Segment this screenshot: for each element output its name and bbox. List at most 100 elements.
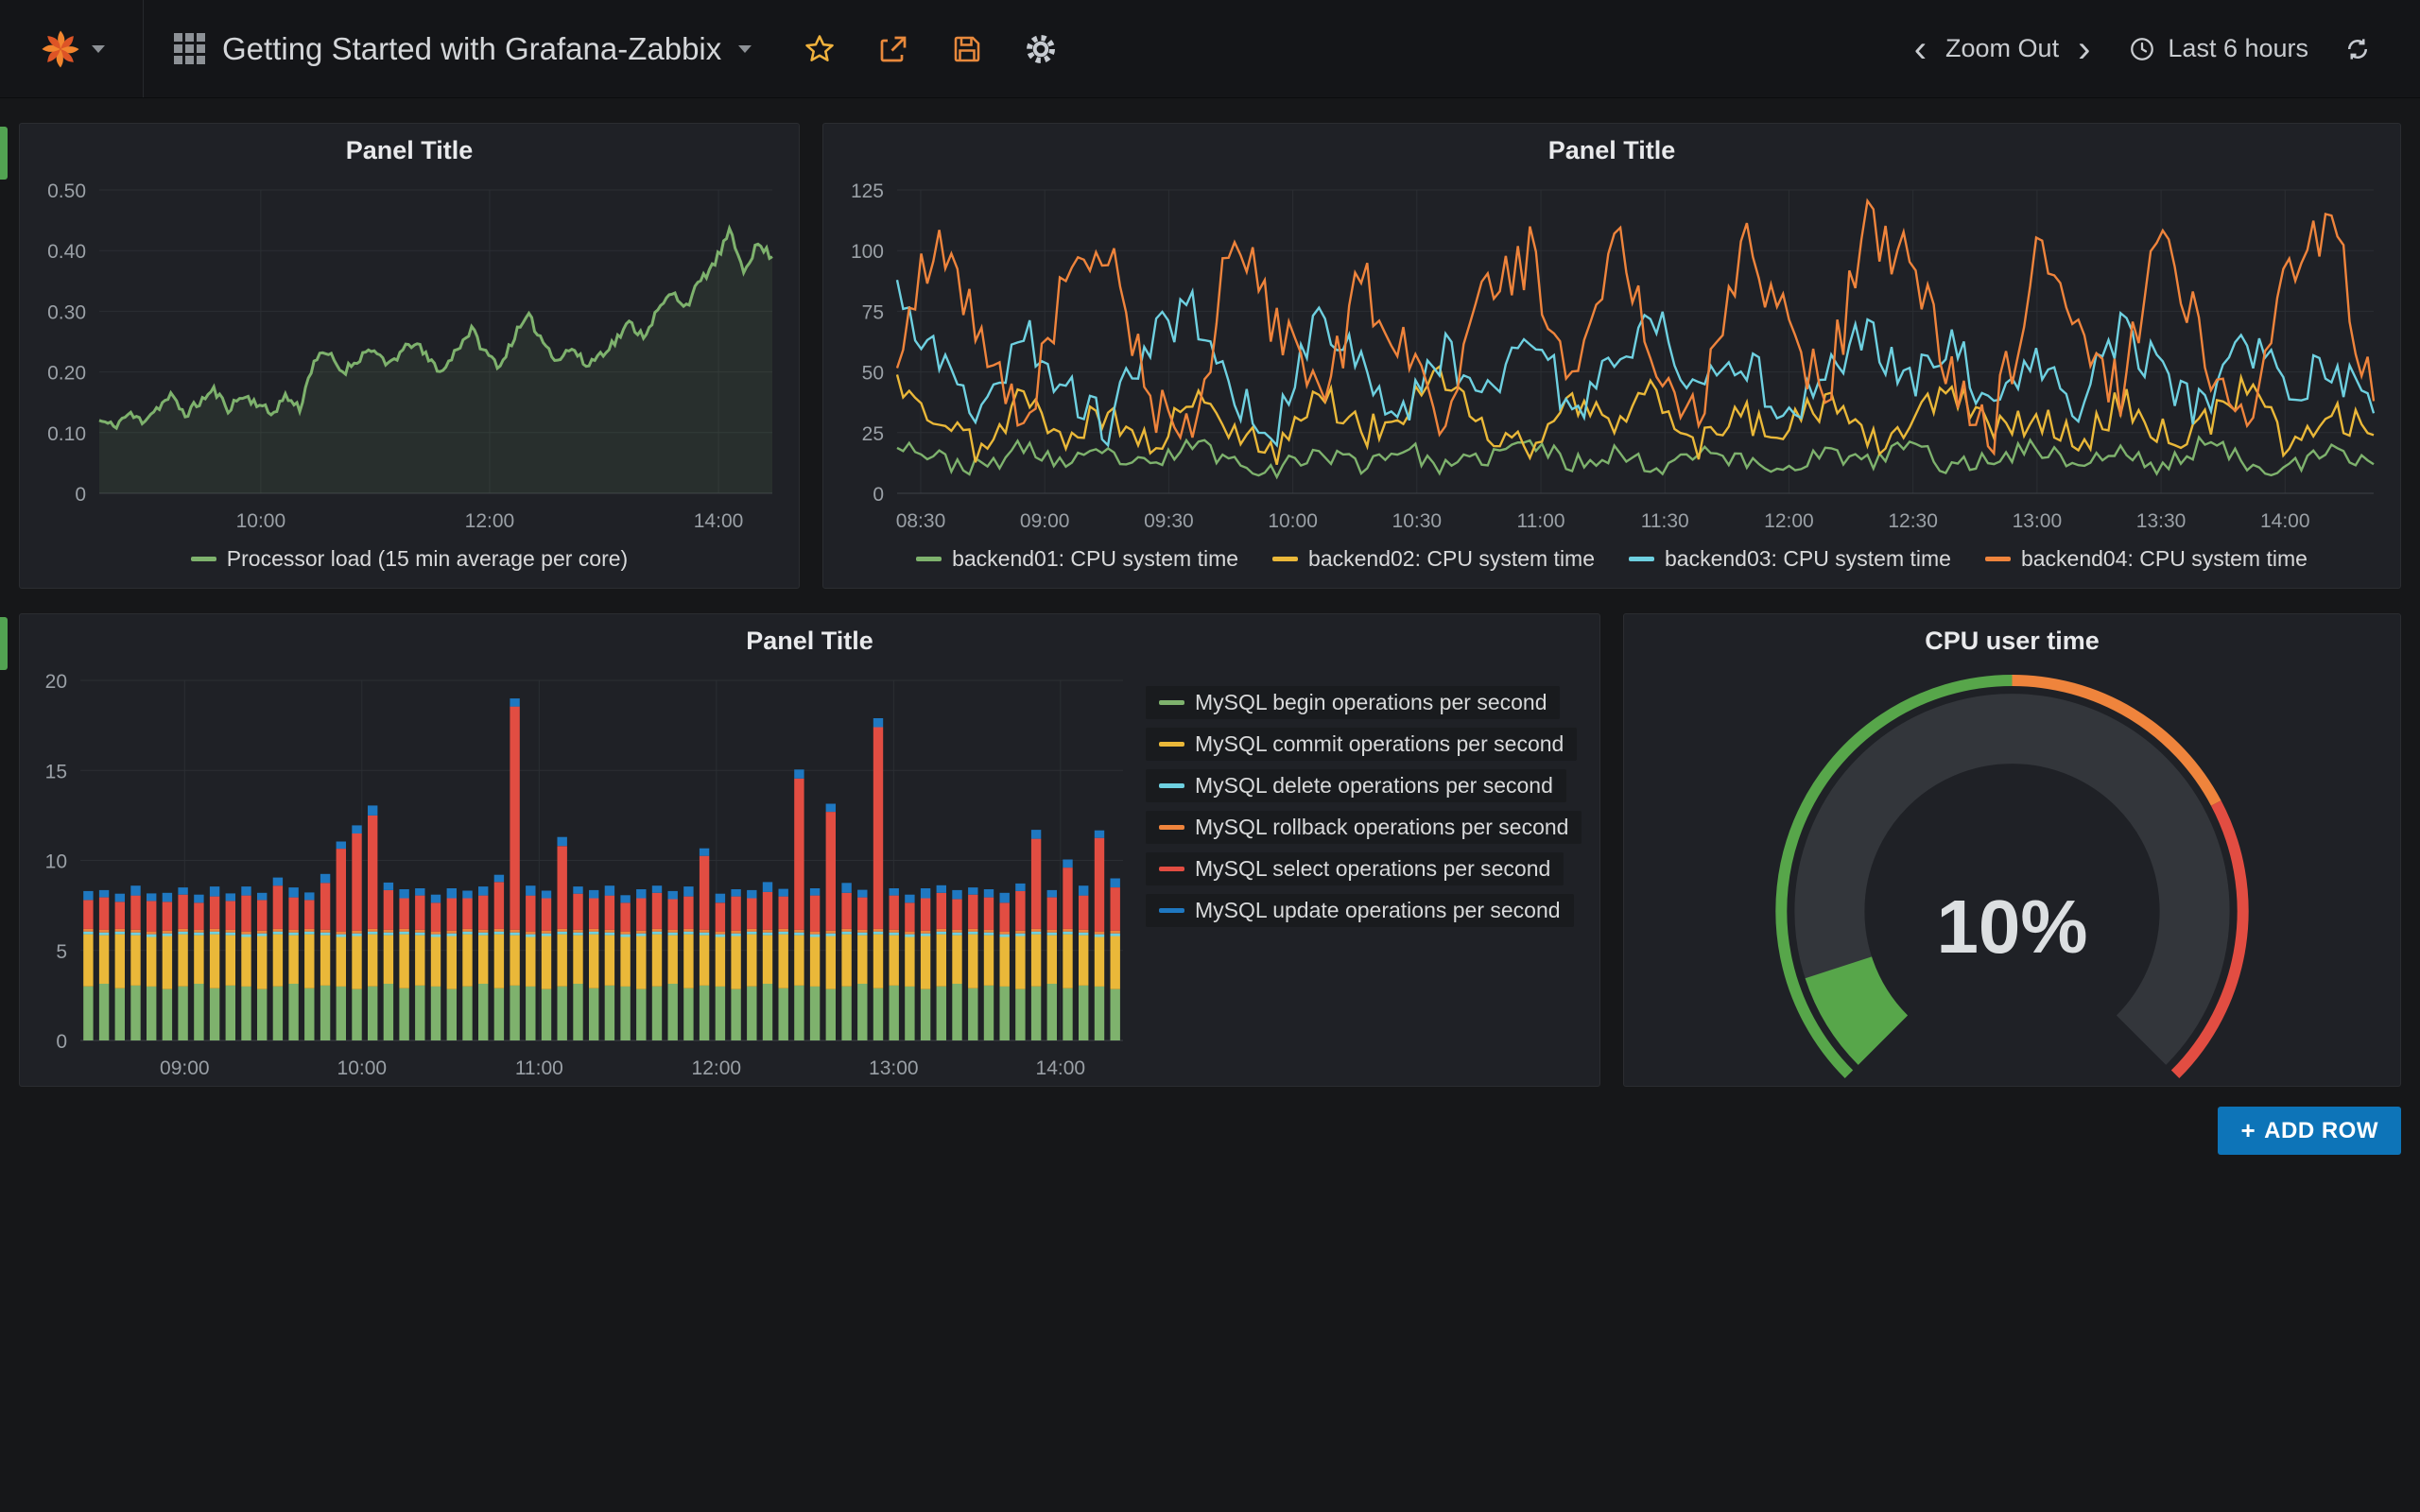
- svg-text:11:00: 11:00: [515, 1057, 563, 1079]
- time-shift-forward-button[interactable]: ›: [2068, 30, 2100, 68]
- row-collapse-handle[interactable]: [0, 127, 8, 180]
- svg-text:0: 0: [56, 1031, 67, 1053]
- svg-text:12:30: 12:30: [1888, 510, 1938, 532]
- clock-icon: [2128, 35, 2156, 63]
- star-icon: [803, 32, 837, 66]
- dashboard-grid-icon: [174, 33, 205, 64]
- panel-body: 09:0010:0011:0012:0013:0014:0005101520 M…: [20, 667, 1599, 1086]
- dashboard-actions: [789, 0, 1071, 97]
- legend-label: MySQL select operations per second: [1195, 856, 1550, 882]
- time-range-picker[interactable]: Last 6 hours: [2128, 34, 2308, 63]
- svg-text:11:30: 11:30: [1641, 510, 1689, 532]
- legend-label: MySQL commit operations per second: [1195, 731, 1564, 757]
- panel-title[interactable]: CPU user time: [1624, 614, 2400, 667]
- svg-text:0.40: 0.40: [47, 241, 86, 263]
- svg-text:09:00: 09:00: [160, 1057, 210, 1079]
- legend-item[interactable]: backend02: CPU system time: [1272, 546, 1595, 572]
- logo-caret-icon: [92, 45, 105, 53]
- legend-item[interactable]: MySQL commit operations per second: [1146, 728, 1577, 761]
- save-button[interactable]: [937, 19, 997, 79]
- legend-color-dash: [1272, 557, 1298, 561]
- panel-processor-load: Panel Title 10:0012:0014:0000.100.200.30…: [19, 123, 800, 589]
- settings-button[interactable]: [1011, 19, 1071, 79]
- legend-color-dash: [191, 557, 216, 561]
- svg-text:10:00: 10:00: [337, 1057, 388, 1079]
- svg-text:0.30: 0.30: [47, 301, 86, 323]
- plus-icon: +: [2240, 1116, 2256, 1145]
- refresh-button[interactable]: [2327, 19, 2388, 79]
- processor-load-chart[interactable]: 10:0012:0014:0000.100.200.300.400.50: [20, 177, 799, 539]
- svg-text:0.10: 0.10: [47, 423, 86, 445]
- cpu-system-time-chart[interactable]: 08:3009:0009:3010:0010:3011:0011:3012:00…: [823, 177, 2400, 539]
- zoom-out-button[interactable]: Zoom Out: [1942, 34, 2063, 63]
- svg-text:12:00: 12:00: [692, 1057, 742, 1079]
- svg-text:10:00: 10:00: [1268, 510, 1318, 532]
- legend-color-dash: [1985, 557, 2011, 561]
- panel-title[interactable]: Panel Title: [20, 614, 1599, 667]
- row-collapse-handle[interactable]: [0, 617, 8, 670]
- svg-text:10: 10: [45, 851, 67, 873]
- share-button[interactable]: [863, 19, 924, 79]
- legend-label: MySQL update operations per second: [1195, 898, 1561, 923]
- svg-text:25: 25: [862, 423, 884, 445]
- panel-title[interactable]: Panel Title: [823, 124, 2400, 177]
- legend-label: backend03: CPU system time: [1665, 546, 1951, 572]
- star-button[interactable]: [789, 19, 850, 79]
- svg-text:13:00: 13:00: [869, 1057, 919, 1079]
- legend-item[interactable]: MySQL delete operations per second: [1146, 769, 1566, 802]
- gear-icon: [1024, 32, 1058, 66]
- legend-label: backend01: CPU system time: [952, 546, 1238, 572]
- legend-item[interactable]: MySQL rollback operations per second: [1146, 811, 1582, 844]
- legend-label: MySQL begin operations per second: [1195, 690, 1547, 715]
- chevron-right-icon: ›: [2078, 28, 2090, 70]
- gauge-value: 10%: [1936, 885, 2087, 969]
- legend-item[interactable]: MySQL update operations per second: [1146, 894, 1574, 927]
- svg-text:11:00: 11:00: [1517, 510, 1565, 532]
- mysql-operations-chart[interactable]: 09:0010:0011:0012:0013:0014:0005101520: [20, 667, 1146, 1086]
- share-icon: [876, 32, 910, 66]
- time-range-label: Last 6 hours: [2168, 34, 2308, 63]
- dashboard-title: Getting Started with Grafana-Zabbix: [222, 31, 721, 67]
- panel-title[interactable]: Panel Title: [20, 124, 799, 177]
- time-shift-back-button[interactable]: ‹: [1905, 30, 1936, 68]
- svg-text:14:00: 14:00: [694, 510, 744, 532]
- svg-text:12:00: 12:00: [465, 510, 515, 532]
- dashboard-row-2: Panel Title 09:00 10:00 11:00 12:00 13:00 14:…: [19, 613, 2401, 1087]
- save-icon: [950, 32, 984, 66]
- panel-cpu-system-time: Panel Title 08:3009:0009:3010:0010:3011:…: [822, 123, 2401, 589]
- dashboard-grid: Panel Title 10:0012:0014:0000.100.200.30…: [0, 98, 2420, 1155]
- add-row-button[interactable]: + ADD ROW: [2218, 1107, 2401, 1155]
- legend-item[interactable]: Processor load (15 min average per core): [191, 546, 628, 572]
- legend-label: Processor load (15 min average per core): [227, 546, 628, 572]
- cpu-user-time-gauge: 10%: [1624, 667, 2400, 1086]
- svg-text:75: 75: [862, 301, 884, 323]
- legend-color-dash: [1629, 557, 1654, 561]
- legend-color-dash: [916, 557, 942, 561]
- legend-label: backend04: CPU system time: [2021, 546, 2308, 572]
- grafana-app: Getting Started with Grafana-Zabbix: [0, 0, 2420, 1512]
- chevron-left-icon: ‹: [1914, 28, 1927, 70]
- legend-item[interactable]: MySQL select operations per second: [1146, 852, 1564, 885]
- svg-text:0: 0: [75, 484, 86, 506]
- legend-color-dash: [1159, 867, 1184, 871]
- chart-legend: Processor load (15 min average per core): [20, 539, 799, 588]
- svg-text:10:30: 10:30: [1392, 510, 1443, 532]
- legend-item[interactable]: backend01: CPU system time: [916, 546, 1238, 572]
- dashboard-title-dropdown[interactable]: Getting Started with Grafana-Zabbix: [144, 0, 765, 97]
- svg-text:0: 0: [873, 484, 884, 506]
- svg-text:13:00: 13:00: [2013, 510, 2063, 532]
- legend-color-dash: [1159, 783, 1184, 788]
- svg-text:14:00: 14:00: [2260, 510, 2310, 532]
- svg-text:12:00: 12:00: [1764, 510, 1814, 532]
- legend-item[interactable]: backend04: CPU system time: [1985, 546, 2308, 572]
- legend-item[interactable]: backend03: CPU system time: [1629, 546, 1951, 572]
- svg-text:14:00: 14:00: [1036, 1057, 1086, 1079]
- add-row-bar: + ADD ROW: [19, 1107, 2401, 1155]
- svg-text:100: 100: [851, 241, 884, 263]
- logo-menu-button[interactable]: [0, 0, 144, 97]
- legend-item[interactable]: MySQL begin operations per second: [1146, 686, 1560, 719]
- svg-text:125: 125: [851, 180, 884, 202]
- svg-text:13:30: 13:30: [2136, 510, 2187, 532]
- chart-legend: MySQL begin operations per second MySQL c…: [1146, 667, 1599, 1086]
- legend-color-dash: [1159, 700, 1184, 705]
